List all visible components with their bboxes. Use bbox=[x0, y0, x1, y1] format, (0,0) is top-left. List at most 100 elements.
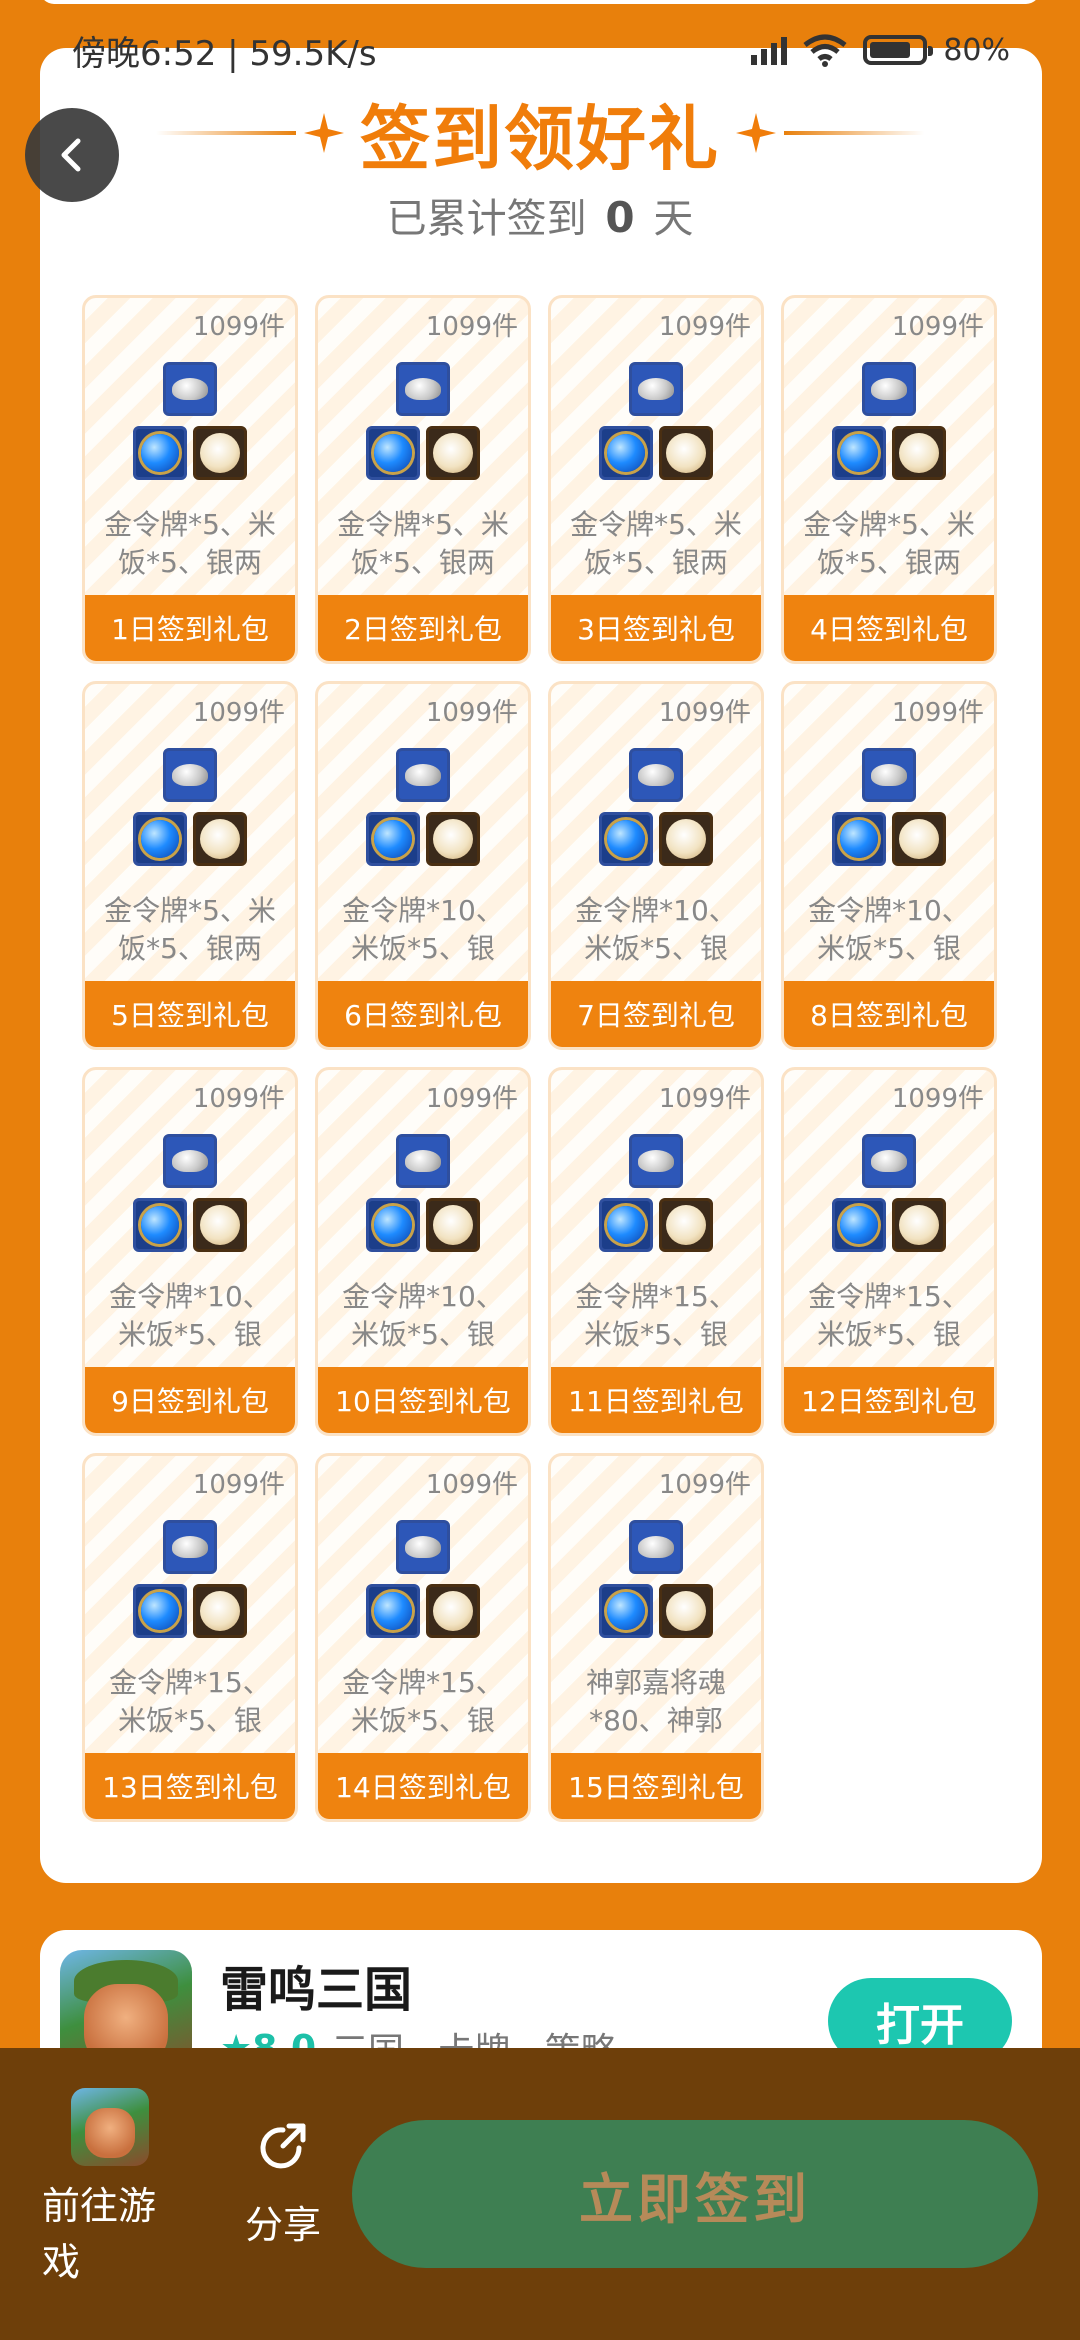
status-time: 傍晚6:52 | 59.5K/s bbox=[72, 33, 377, 74]
gift-label[interactable]: 12日签到礼包 bbox=[784, 1367, 994, 1433]
gold-token-icon bbox=[366, 812, 420, 866]
gift-card[interactable]: 1099件 金令牌*10、米饭*5、银 8日签到礼包 bbox=[781, 681, 997, 1050]
gold-token-icon bbox=[133, 426, 187, 480]
battery-percent: 80% bbox=[943, 32, 1010, 68]
gift-label[interactable]: 4日签到礼包 bbox=[784, 595, 994, 661]
goto-game-button[interactable] bbox=[40, 2088, 180, 2166]
gold-token-icon bbox=[599, 426, 653, 480]
gift-description: 神郭嘉将魂*80、神郭 bbox=[585, 1666, 726, 1737]
bottom-action-bar: 前往游戏 分享 立即签到 bbox=[0, 2048, 1080, 2340]
gold-token-icon bbox=[133, 1584, 187, 1638]
gift-description: 金令牌*5、米饭*5、银两 bbox=[337, 508, 509, 579]
gift-card[interactable]: 1099件 金令牌*10、米饭*5、银 6日签到礼包 bbox=[315, 681, 531, 1050]
gift-description: 金令牌*5、米饭*5、银两 bbox=[570, 508, 742, 579]
rice-bowl-icon bbox=[892, 426, 946, 480]
rice-bowl-icon bbox=[193, 1584, 247, 1638]
gift-card[interactable]: 1099件 金令牌*5、米饭*5、银两 3日签到礼包 bbox=[548, 295, 764, 664]
gift-count: 1099件 bbox=[425, 698, 518, 728]
gift-label[interactable]: 3日签到礼包 bbox=[551, 595, 761, 661]
rice-bowl-icon bbox=[426, 1584, 480, 1638]
gift-label[interactable]: 8日签到礼包 bbox=[784, 981, 994, 1047]
silver-ingot-icon bbox=[163, 1520, 217, 1574]
gold-token-icon bbox=[599, 1198, 653, 1252]
silver-ingot-icon bbox=[862, 1134, 916, 1188]
gold-token-icon bbox=[832, 426, 886, 480]
gold-token-icon bbox=[599, 1584, 653, 1638]
wifi-icon bbox=[803, 34, 847, 67]
gift-items bbox=[784, 748, 994, 868]
rice-bowl-icon bbox=[659, 426, 713, 480]
gift-card[interactable]: 1099件 金令牌*5、米饭*5、银两 4日签到礼包 bbox=[781, 295, 997, 664]
gift-description: 金令牌*10、米饭*5、银 bbox=[575, 894, 737, 965]
signin-count-suffix: 天 bbox=[653, 196, 694, 242]
gift-label[interactable]: 13日签到礼包 bbox=[85, 1753, 295, 1819]
gift-label[interactable]: 7日签到礼包 bbox=[551, 981, 761, 1047]
share-button[interactable]: 分享 bbox=[228, 2118, 338, 2249]
gift-card[interactable]: 1099件 金令牌*15、米饭*5、银 12日签到礼包 bbox=[781, 1067, 997, 1436]
gift-label[interactable]: 2日签到礼包 bbox=[318, 595, 528, 661]
gift-grid: 1099件 金令牌*5、米饭*5、银两 1日签到礼包 1099件 金令牌*5、米… bbox=[82, 295, 1002, 1822]
silver-ingot-icon bbox=[629, 362, 683, 416]
gift-card[interactable]: 1099件 金令牌*15、米饭*5、银 11日签到礼包 bbox=[548, 1067, 764, 1436]
gift-count: 1099件 bbox=[891, 312, 984, 342]
gift-description: 金令牌*15、米饭*5、银 bbox=[109, 1666, 271, 1737]
gift-count: 1099件 bbox=[192, 1084, 285, 1114]
gift-count: 1099件 bbox=[192, 698, 285, 728]
gift-label[interactable]: 14日签到礼包 bbox=[318, 1753, 528, 1819]
gift-label[interactable]: 9日签到礼包 bbox=[85, 1367, 295, 1433]
gift-description: 金令牌*10、米饭*5、银 bbox=[808, 894, 970, 965]
gift-items bbox=[85, 1134, 295, 1254]
rice-bowl-icon bbox=[892, 812, 946, 866]
gift-items bbox=[784, 362, 994, 482]
rice-bowl-icon bbox=[659, 812, 713, 866]
rice-bowl-icon bbox=[659, 1584, 713, 1638]
game-name: 雷鸣三国 bbox=[220, 1962, 413, 2018]
silver-ingot-icon bbox=[396, 1520, 450, 1574]
signin-count: 已累计签到 0 天 bbox=[0, 186, 1080, 244]
gift-label[interactable]: 1日签到礼包 bbox=[85, 595, 295, 661]
gift-label[interactable]: 10日签到礼包 bbox=[318, 1367, 528, 1433]
gift-items bbox=[85, 1520, 295, 1640]
gift-label[interactable]: 11日签到礼包 bbox=[551, 1367, 761, 1433]
share-icon bbox=[260, 2123, 306, 2169]
gift-card[interactable]: 1099件 金令牌*15、米饭*5、银 13日签到礼包 bbox=[82, 1453, 298, 1822]
page-title: 签到领好礼 bbox=[0, 88, 1080, 180]
gift-description: 金令牌*5、米饭*5、银两 bbox=[803, 508, 975, 579]
silver-ingot-icon bbox=[629, 1134, 683, 1188]
status-icons: 80% bbox=[751, 33, 1010, 68]
gift-count: 1099件 bbox=[425, 1084, 518, 1114]
gift-card[interactable]: 1099件 金令牌*15、米饭*5、银 14日签到礼包 bbox=[315, 1453, 531, 1822]
game-shortcut-icon bbox=[71, 2088, 149, 2166]
gift-count: 1099件 bbox=[658, 312, 751, 342]
gift-description: 金令牌*5、米饭*5、银两 bbox=[104, 508, 276, 579]
gift-label[interactable]: 5日签到礼包 bbox=[85, 981, 295, 1047]
rice-bowl-icon bbox=[426, 1198, 480, 1252]
gift-card[interactable]: 1099件 金令牌*10、米饭*5、银 9日签到礼包 bbox=[82, 1067, 298, 1436]
signin-days-value: 0 bbox=[605, 193, 635, 242]
signal-hd-icon bbox=[751, 35, 788, 65]
gift-items bbox=[784, 1134, 994, 1254]
rice-bowl-icon bbox=[426, 812, 480, 866]
gold-token-icon bbox=[366, 1198, 420, 1252]
gift-items bbox=[85, 362, 295, 482]
gold-token-icon bbox=[599, 812, 653, 866]
rice-bowl-icon bbox=[193, 426, 247, 480]
gift-label[interactable]: 15日签到礼包 bbox=[551, 1753, 761, 1819]
gift-count: 1099件 bbox=[425, 312, 518, 342]
gift-items bbox=[551, 362, 761, 482]
gold-token-icon bbox=[366, 1584, 420, 1638]
gift-card[interactable]: 1099件 金令牌*10、米饭*5、银 7日签到礼包 bbox=[548, 681, 764, 1050]
silver-ingot-icon bbox=[629, 1520, 683, 1574]
gift-label[interactable]: 6日签到礼包 bbox=[318, 981, 528, 1047]
gift-card[interactable]: 1099件 金令牌*5、米饭*5、银两 1日签到礼包 bbox=[82, 295, 298, 664]
silver-ingot-icon bbox=[396, 1134, 450, 1188]
silver-ingot-icon bbox=[163, 1134, 217, 1188]
gift-card[interactable]: 1099件 神郭嘉将魂*80、神郭 15日签到礼包 bbox=[548, 1453, 764, 1822]
goto-game-label[interactable]: 前往游戏 bbox=[42, 2178, 182, 2290]
gift-card[interactable]: 1099件 金令牌*5、米饭*5、银两 5日签到礼包 bbox=[82, 681, 298, 1050]
gift-card[interactable]: 1099件 金令牌*5、米饭*5、银两 2日签到礼包 bbox=[315, 295, 531, 664]
gold-token-icon bbox=[832, 812, 886, 866]
gift-card[interactable]: 1099件 金令牌*10、米饭*5、银 10日签到礼包 bbox=[315, 1067, 531, 1436]
signin-now-button[interactable]: 立即签到 bbox=[352, 2120, 1038, 2268]
battery-icon bbox=[863, 35, 934, 65]
